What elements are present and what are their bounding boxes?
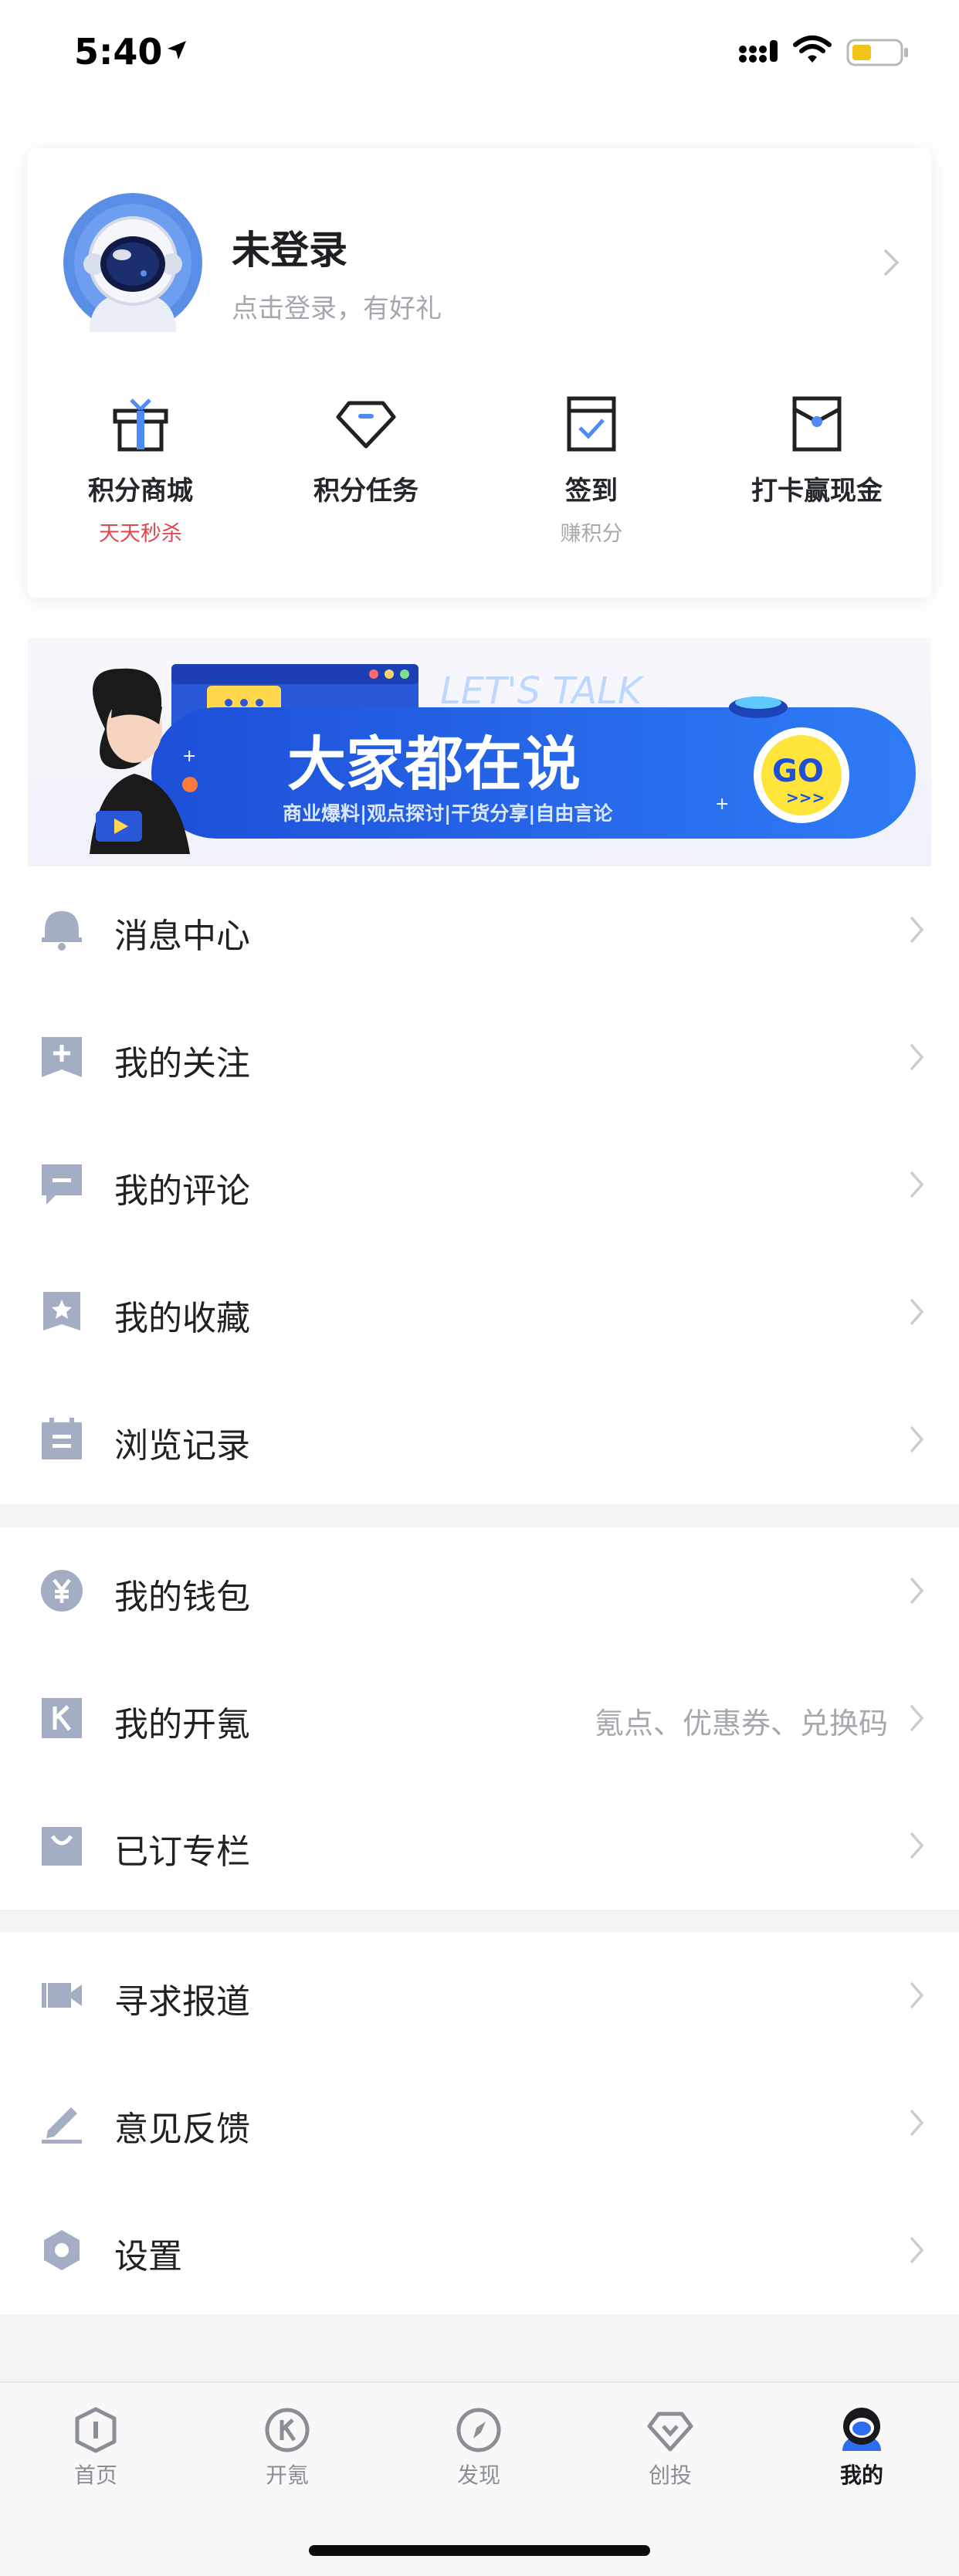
hexagon-settings-icon bbox=[40, 2229, 83, 2272]
menu-group-support: 寻求报道 意见反馈 设置 bbox=[0, 1932, 959, 2314]
chevron-right-icon bbox=[908, 1830, 925, 1864]
comment-icon bbox=[40, 1163, 83, 1206]
menu-item-favorites[interactable]: 我的收藏 bbox=[0, 1249, 959, 1376]
tab-discover[interactable]: 发现 bbox=[383, 2406, 574, 2490]
svg-text:+: + bbox=[182, 747, 196, 766]
banner-overlay-text: LET'S TALK bbox=[440, 669, 645, 713]
envelope-icon bbox=[704, 395, 930, 452]
quick-action-sublabel: 天天秒杀 bbox=[99, 522, 182, 546]
chevron-right-icon bbox=[908, 1424, 925, 1458]
menu-item-settings[interactable]: 设置 bbox=[0, 2187, 959, 2314]
menu-item-label: 消息中心 bbox=[114, 917, 250, 956]
menu-item-feedback[interactable]: 意见反馈 bbox=[0, 2059, 959, 2187]
status-time: 5:40 bbox=[74, 31, 163, 73]
menu-item-label: 设置 bbox=[114, 2237, 182, 2276]
battery-icon bbox=[846, 37, 910, 71]
cellular-signal-icon bbox=[738, 39, 780, 66]
home-shield-icon bbox=[0, 2406, 191, 2454]
menu-item-label: 浏览记录 bbox=[114, 1426, 250, 1466]
menu-item-label: 意见反馈 bbox=[114, 2110, 250, 2149]
history-clipboard-icon bbox=[40, 1418, 83, 1461]
chevron-right-icon[interactable] bbox=[882, 247, 900, 281]
banner-go-arrows: >>> bbox=[786, 788, 825, 807]
banner-go-label[interactable]: GO bbox=[772, 754, 824, 789]
follow-bookmark-icon bbox=[40, 1035, 83, 1079]
profile-card[interactable]: 未登录 点击登录，有好礼 积分商城 天天秒杀 积分任务 签到 赚积分 打卡赢现金 bbox=[28, 148, 931, 598]
k-badge-icon bbox=[40, 1696, 83, 1740]
home-indicator bbox=[309, 2545, 650, 2556]
chevron-right-icon bbox=[908, 914, 925, 948]
menu-item-label: 寻求报道 bbox=[114, 1982, 250, 2022]
menu-item-label: 我的关注 bbox=[114, 1044, 250, 1083]
tab-home[interactable]: 首页 bbox=[0, 2406, 191, 2490]
astronaut-avatar[interactable] bbox=[63, 193, 202, 332]
venture-diamond-icon bbox=[574, 2406, 766, 2454]
pencil-icon bbox=[40, 2101, 83, 2144]
menu-group-account: 我的钱包 我的开氪 氪点、优惠券、兑换码 已订专栏 bbox=[0, 1527, 959, 1910]
menu-item-seek-coverage[interactable]: 寻求报道 bbox=[0, 1932, 959, 2059]
chevron-right-icon bbox=[908, 1980, 925, 2014]
menu-group-activity: 消息中心 我的关注 我的评论 我的收藏 浏览记录 bbox=[0, 866, 959, 1504]
tab-venture[interactable]: 创投 bbox=[574, 2406, 766, 2490]
quick-action-label: 签到 bbox=[565, 476, 618, 507]
location-arrow-icon bbox=[165, 39, 188, 65]
gift-box-icon bbox=[28, 395, 253, 452]
tab-label: 创投 bbox=[648, 2462, 692, 2488]
menu-item-wallet[interactable]: 我的钱包 bbox=[0, 1527, 959, 1655]
tab-label: 首页 bbox=[73, 2462, 117, 2488]
wifi-icon bbox=[792, 34, 832, 68]
quick-actions: 积分商城 天天秒杀 积分任务 签到 赚积分 打卡赢现金 bbox=[28, 395, 931, 573]
menu-item-kaike[interactable]: 我的开氪 氪点、优惠券、兑换码 bbox=[0, 1655, 959, 1782]
quick-action-checkin-cash[interactable]: 打卡赢现金 bbox=[704, 395, 930, 517]
shopping-bag-icon bbox=[40, 1824, 83, 1867]
chevron-right-icon bbox=[908, 1169, 925, 1203]
profile-login-prompt[interactable]: 点击登录，有好礼 bbox=[232, 287, 442, 325]
diamond-icon bbox=[253, 395, 479, 452]
chevron-right-icon bbox=[908, 2235, 925, 2269]
menu-item-subscribed-columns[interactable]: 已订专栏 bbox=[0, 1782, 959, 1910]
k-circle-icon bbox=[191, 2406, 383, 2454]
chevron-right-icon bbox=[908, 1042, 925, 1076]
tab-kaike[interactable]: 开氪 bbox=[191, 2406, 383, 2490]
quick-action-sublabel: 赚积分 bbox=[560, 522, 623, 546]
checkin-icon bbox=[479, 395, 704, 452]
menu-item-label: 我的钱包 bbox=[114, 1578, 250, 1617]
astronaut-profile-icon bbox=[766, 2406, 957, 2454]
chevron-right-icon bbox=[908, 1296, 925, 1330]
chevron-right-icon bbox=[908, 1575, 925, 1609]
quick-action-points-mall[interactable]: 积分商城 天天秒杀 bbox=[28, 395, 253, 547]
tab-label: 发现 bbox=[456, 2462, 500, 2488]
quick-action-label: 积分任务 bbox=[313, 476, 419, 507]
chevron-right-icon bbox=[908, 1703, 925, 1737]
tab-me[interactable]: 我的 bbox=[766, 2406, 957, 2490]
tab-label: 我的 bbox=[839, 2462, 883, 2488]
menu-item-label: 我的开氪 bbox=[114, 1705, 250, 1744]
menu-item-comments[interactable]: 我的评论 bbox=[0, 1121, 959, 1249]
video-camera-icon bbox=[40, 1974, 83, 2017]
quick-action-checkin[interactable]: 签到 赚积分 bbox=[479, 395, 704, 547]
menu-item-history[interactable]: 浏览记录 bbox=[0, 1376, 959, 1503]
quick-action-points-tasks[interactable]: 积分任务 bbox=[253, 395, 479, 517]
banner-title: 大家都在说 bbox=[287, 730, 581, 798]
menu-item-label: 我的评论 bbox=[114, 1171, 250, 1211]
banner-subtitle: 商业爆料|观点探讨|干货分享|自由言论 bbox=[283, 802, 613, 825]
tab-label: 开氪 bbox=[265, 2462, 309, 2488]
star-bookmark-icon bbox=[40, 1290, 83, 1334]
status-bar: 5:40 bbox=[0, 0, 959, 102]
bell-icon bbox=[40, 908, 83, 951]
yen-wallet-icon bbox=[40, 1569, 83, 1612]
menu-item-hint: 氪点、优惠券、兑换码 bbox=[594, 1707, 888, 1740]
quick-action-label: 打卡赢现金 bbox=[751, 476, 883, 507]
quick-action-label: 积分商城 bbox=[88, 476, 193, 507]
menu-item-label: 已订专栏 bbox=[114, 1832, 250, 1872]
compass-icon bbox=[383, 2406, 574, 2454]
promo-banner[interactable]: + + LET'S TALK 大家都在说 商业爆料|观点探讨|干货分享|自由言论… bbox=[28, 638, 931, 866]
menu-item-messages[interactable]: 消息中心 bbox=[0, 866, 959, 994]
menu-item-label: 我的收藏 bbox=[114, 1299, 250, 1338]
profile-name[interactable]: 未登录 bbox=[232, 219, 347, 275]
chevron-right-icon bbox=[908, 2107, 925, 2141]
menu-item-follows[interactable]: 我的关注 bbox=[0, 994, 959, 1121]
svg-text:+: + bbox=[715, 795, 729, 814]
